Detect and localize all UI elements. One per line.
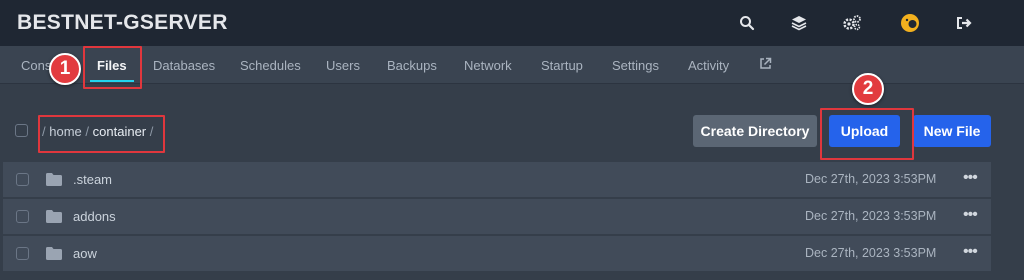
row-checkbox[interactable]	[16, 210, 29, 223]
layers-icon[interactable]	[789, 13, 809, 33]
tab-network[interactable]: Network	[464, 58, 512, 73]
create-directory-button[interactable]: Create Directory	[693, 115, 817, 147]
file-row[interactable]: addons Dec 27th, 2023 3:53PM •••	[3, 199, 991, 234]
select-all-checkbox[interactable]	[15, 124, 28, 137]
row-checkbox[interactable]	[16, 173, 29, 186]
file-name[interactable]: .steam	[73, 172, 112, 187]
step-marker-1: 1	[49, 53, 81, 85]
row-checkbox[interactable]	[16, 247, 29, 260]
callout-box-upload	[820, 108, 914, 160]
tab-console[interactable]: Cons	[21, 58, 51, 73]
settings-icon[interactable]	[842, 13, 862, 33]
more-options-icon[interactable]: •••	[963, 207, 978, 223]
tab-backups[interactable]: Backups	[387, 58, 437, 73]
file-name[interactable]: addons	[73, 209, 116, 224]
file-modified: Dec 27th, 2023 3:53PM	[805, 209, 937, 223]
tab-startup[interactable]: Startup	[541, 58, 583, 73]
tab-databases[interactable]: Databases	[153, 58, 215, 73]
more-options-icon[interactable]: •••	[963, 170, 978, 186]
callout-box-files-tab	[83, 46, 142, 89]
file-list: .steam Dec 27th, 2023 3:53PM ••• addons …	[3, 161, 991, 280]
folder-icon	[46, 173, 62, 186]
folder-icon	[46, 210, 62, 223]
tab-settings[interactable]: Settings	[612, 58, 659, 73]
new-file-button[interactable]: New File	[913, 115, 991, 147]
top-bar: BESTNET-GSERVER	[0, 0, 1024, 46]
logout-icon[interactable]	[954, 13, 974, 33]
file-name[interactable]: aow	[73, 246, 97, 261]
file-modified: Dec 27th, 2023 3:53PM	[805, 246, 937, 260]
file-row[interactable]: .steam Dec 27th, 2023 3:53PM •••	[3, 162, 991, 197]
more-options-icon[interactable]: •••	[963, 244, 978, 260]
tab-schedules[interactable]: Schedules	[240, 58, 301, 73]
search-icon[interactable]	[737, 13, 757, 33]
callout-box-breadcrumb	[38, 115, 165, 153]
external-link-icon[interactable]	[759, 57, 772, 73]
step-marker-2: 2	[852, 73, 884, 105]
file-row[interactable]: aow Dec 27th, 2023 3:53PM •••	[3, 236, 991, 271]
avatar[interactable]	[900, 13, 920, 33]
tab-activity[interactable]: Activity	[688, 58, 729, 73]
server-name[interactable]: BESTNET-GSERVER	[17, 11, 228, 35]
file-modified: Dec 27th, 2023 3:53PM	[805, 172, 937, 186]
tab-users[interactable]: Users	[326, 58, 360, 73]
folder-icon	[46, 247, 62, 260]
